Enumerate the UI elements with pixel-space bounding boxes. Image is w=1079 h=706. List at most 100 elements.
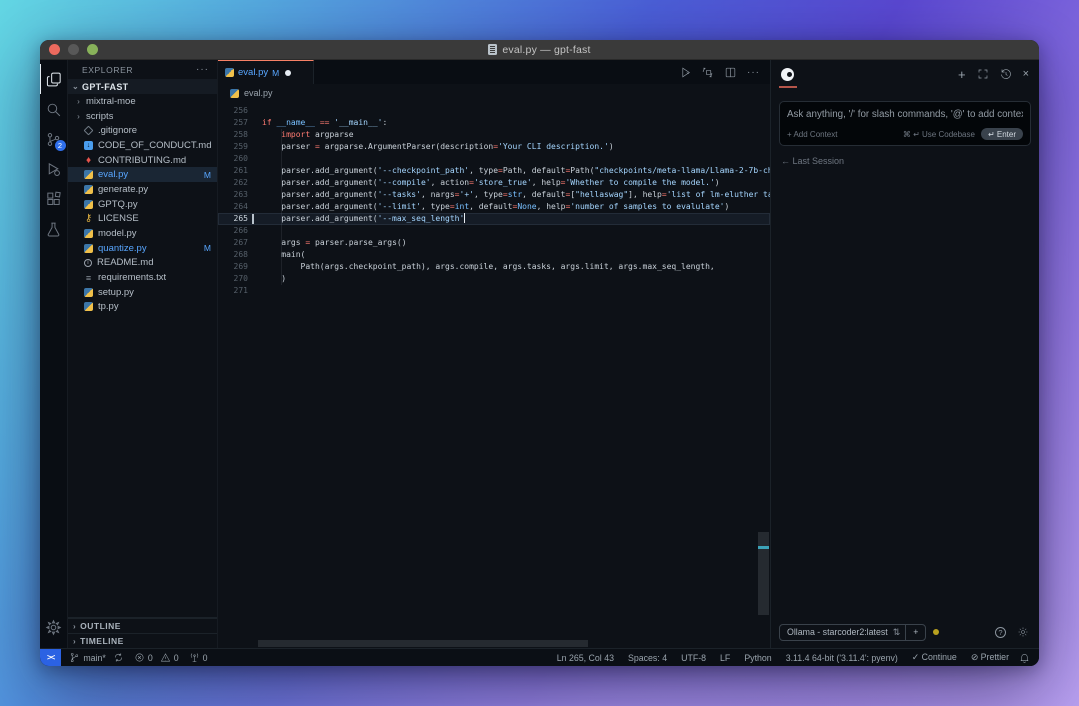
language-mode[interactable]: Python: [744, 653, 771, 663]
prettier-status[interactable]: ⊘ Prettier: [971, 652, 1009, 663]
file-item-CONTRIBUTING.md[interactable]: ♦CONTRIBUTING.md: [68, 153, 217, 168]
file-list: ›mixtral-moe›scripts.gitignore ↓CODE_OF_C…: [68, 94, 217, 314]
file-item-quantize.py[interactable]: quantize.pyM: [68, 241, 217, 256]
source-control-icon[interactable]: 2: [40, 124, 68, 154]
git-branch-item[interactable]: main*: [69, 652, 124, 663]
cursor-position[interactable]: Ln 265, Col 43: [557, 653, 614, 663]
help-icon[interactable]: ?: [995, 627, 1006, 638]
code-line-261[interactable]: 261 parser.add_argument('--checkpoint_pa…: [218, 165, 770, 177]
file-item-CODE_OF_CONDUCT.md[interactable]: ↓CODE_OF_CONDUCT.md: [68, 138, 217, 153]
split-editor-icon[interactable]: [724, 66, 737, 79]
project-root-folder[interactable]: ⌄ GPT-FAST: [68, 79, 217, 94]
tab-bar: eval.py M ⌄ ···: [218, 60, 770, 84]
line-number: 268: [218, 249, 248, 261]
editor-group: eval.py M ⌄ ···: [218, 60, 770, 648]
assistant-panel: + × Ask anything, '/' for slash commands…: [770, 60, 1039, 648]
python-file-icon: [84, 288, 93, 297]
file-item-tp.py[interactable]: tp.py: [68, 300, 217, 315]
outline-section[interactable]: › OUTLINE: [68, 618, 217, 633]
line-number: 257: [218, 117, 248, 129]
file-name: CODE_OF_CONDUCT.md: [98, 140, 211, 151]
continue-tab[interactable]: [781, 60, 794, 88]
folder-item-mixtral-moe[interactable]: ›mixtral-moe: [68, 94, 217, 109]
vertical-scrollbar[interactable]: [758, 532, 769, 615]
use-codebase-hint[interactable]: ⌘ ↵ Use Codebase: [903, 130, 975, 139]
new-session-icon[interactable]: +: [958, 67, 966, 82]
code-line-260[interactable]: 260: [218, 153, 770, 165]
run-debug-icon[interactable]: [40, 154, 68, 184]
search-icon[interactable]: [40, 94, 68, 124]
tab-eval-py[interactable]: eval.py M: [218, 60, 314, 84]
settings-gear-icon[interactable]: [40, 612, 68, 642]
history-icon[interactable]: [1000, 68, 1012, 80]
unsaved-dot-icon[interactable]: [285, 70, 291, 76]
add-model-button[interactable]: +: [905, 625, 925, 640]
close-panel-icon[interactable]: ×: [1023, 68, 1029, 80]
file-item-README.md[interactable]: iREADME.md: [68, 256, 217, 271]
sidebar-explorer: EXPLORER ··· ⌄ GPT-FAST ›mixtral-moe›scr…: [68, 60, 218, 648]
code-line-271[interactable]: 271: [218, 285, 770, 297]
explorer-more-actions[interactable]: ···: [196, 64, 209, 75]
file-item-GPTQ.py[interactable]: GPTQ.py: [68, 197, 217, 212]
folder-item-scripts[interactable]: ›scripts: [68, 109, 217, 124]
code-line-264[interactable]: 264 parser.add_argument('--limit', type=…: [218, 201, 770, 213]
file-item-model.py[interactable]: model.py: [68, 226, 217, 241]
problems-item[interactable]: 0 0: [134, 652, 179, 663]
code-line-266[interactable]: 266: [218, 225, 770, 237]
line-text: import argparse: [248, 129, 770, 141]
file-item-eval.py[interactable]: eval.pyM: [68, 167, 217, 182]
notifications-bell-icon[interactable]: [1019, 652, 1039, 663]
code-line-268[interactable]: 268 main(: [218, 249, 770, 261]
encoding[interactable]: UTF-8: [681, 653, 706, 663]
code-line-270[interactable]: 270 ): [218, 273, 770, 285]
file-name: model.py: [98, 228, 137, 239]
chevron-right-icon: ›: [73, 622, 76, 631]
eol[interactable]: LF: [720, 653, 730, 663]
assistant-settings-gear-icon[interactable]: [1017, 626, 1029, 638]
code-line-259[interactable]: 259 parser = argparse.ArgumentParser(des…: [218, 141, 770, 153]
code-line-258[interactable]: 258 import argparse: [218, 129, 770, 141]
last-session-link[interactable]: ← Last Session: [781, 156, 1029, 166]
model-selector[interactable]: Ollama - starcoder2:latest ⇅ +: [779, 624, 926, 641]
extensions-icon[interactable]: [40, 184, 68, 214]
file-item-LICENSE[interactable]: ⚷LICENSE: [68, 212, 217, 227]
code-line-267[interactable]: 267 args = parser.parse_args(): [218, 237, 770, 249]
testing-icon[interactable]: [40, 214, 68, 244]
code-line-262[interactable]: 262 parser.add_argument('--compile', act…: [218, 177, 770, 189]
ports-item[interactable]: 0: [189, 652, 208, 663]
python-interpreter[interactable]: 3.11.4 64-bit ('3.11.4': pyenv): [786, 653, 898, 663]
chevron-right-icon: ›: [74, 97, 83, 106]
breadcrumb[interactable]: eval.py: [218, 84, 770, 102]
file-name: .gitignore: [98, 125, 137, 136]
file-item-.gitignore[interactable]: .gitignore: [68, 123, 217, 138]
file-item-generate.py[interactable]: generate.py: [68, 182, 217, 197]
file-item-requirements.txt[interactable]: ≡requirements.txt: [68, 270, 217, 285]
code-line-257[interactable]: 257if __name__ == '__main__':: [218, 117, 770, 129]
code-line-256[interactable]: 256: [218, 105, 770, 117]
indentation[interactable]: Spaces: 4: [628, 653, 667, 663]
run-python-file-button[interactable]: ⌄: [679, 66, 691, 79]
code-line-265[interactable]: 265 parser.add_argument('--max_seq_lengt…: [218, 213, 770, 225]
remote-indicator[interactable]: ><: [40, 649, 61, 666]
line-text: parser = argparse.ArgumentParser(descrip…: [248, 141, 770, 153]
file-item-setup.py[interactable]: setup.py: [68, 285, 217, 300]
text-cursor: [464, 213, 465, 223]
add-context-button[interactable]: + Add Context: [787, 130, 837, 139]
timeline-section[interactable]: › TIMELINE: [68, 633, 217, 648]
enter-button[interactable]: ↵ Enter: [981, 128, 1023, 140]
continue-status[interactable]: ✓ Continue: [912, 652, 957, 663]
horizontal-scrollbar[interactable]: [258, 640, 588, 647]
text-file-icon: ≡: [84, 273, 93, 282]
code-line-269[interactable]: 269 Path(args.checkpoint_path), args.com…: [218, 261, 770, 273]
assistant-input[interactable]: Ask anything, '/' for slash commands, '@…: [779, 101, 1031, 146]
code-editor[interactable]: 256257if __name__ == '__main__':258 impo…: [218, 102, 770, 648]
window-title: eval.py — gpt-fast: [40, 44, 1039, 56]
explorer-icon[interactable]: [40, 64, 68, 94]
open-changes-icon[interactable]: [701, 66, 714, 79]
file-name: generate.py: [98, 184, 148, 195]
more-actions-icon[interactable]: ···: [747, 67, 760, 78]
code-line-263[interactable]: 263 parser.add_argument('--tasks', nargs…: [218, 189, 770, 201]
line-number: 259: [218, 141, 248, 153]
maximize-panel-icon[interactable]: [977, 68, 989, 80]
breadcrumb-file: eval.py: [244, 88, 273, 98]
